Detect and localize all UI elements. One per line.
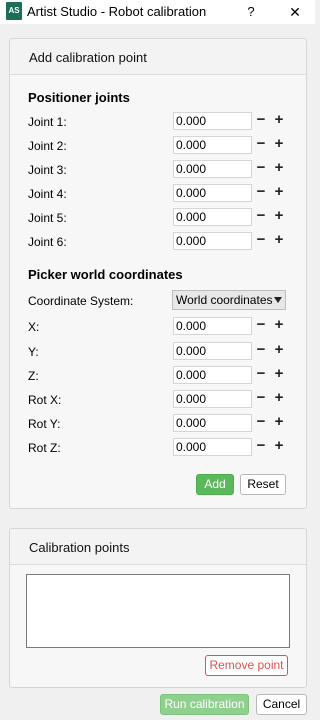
joint-5-label: Joint 5: (28, 211, 67, 225)
reset-button[interactable]: Reset (240, 474, 286, 495)
x-label: X: (28, 320, 40, 334)
coordinate-system-value: World coordinates (176, 293, 273, 307)
coordinate-system-label: Coordinate System: (28, 294, 134, 308)
help-button[interactable]: ? (242, 3, 260, 21)
app-icon: AS (6, 2, 22, 20)
coordinate-system-select[interactable]: World coordinates (172, 290, 286, 310)
joint-4-minus-button[interactable]: − (253, 184, 269, 201)
x-plus-button[interactable]: + (271, 317, 287, 334)
joint-2-minus-button[interactable]: − (253, 136, 269, 153)
window-title: Artist Studio - Robot calibration (27, 4, 207, 19)
joint-2-input[interactable] (173, 136, 252, 154)
joint-1-label: Joint 1: (28, 115, 67, 129)
joint-6-input[interactable] (173, 232, 252, 250)
joint-5-plus-button[interactable]: + (271, 208, 287, 225)
joint-1-plus-button[interactable]: + (271, 112, 287, 129)
remove-point-button[interactable]: Remove point (205, 655, 288, 676)
picker-world-coordinates-heading: Picker world coordinates (28, 267, 183, 282)
y-minus-button[interactable]: − (253, 342, 269, 359)
joint-6-minus-button[interactable]: − (253, 232, 269, 249)
joint-3-minus-button[interactable]: − (253, 160, 269, 177)
joint-4-plus-button[interactable]: + (271, 184, 287, 201)
rot-z-input[interactable] (173, 438, 252, 456)
y-input[interactable] (173, 342, 252, 360)
rot-x-input[interactable] (173, 390, 252, 408)
joint-3-label: Joint 3: (28, 163, 67, 177)
joint-5-input[interactable] (173, 208, 252, 226)
y-plus-button[interactable]: + (271, 342, 287, 359)
joint-5-minus-button[interactable]: − (253, 208, 269, 225)
rot-y-minus-button[interactable]: − (253, 414, 269, 431)
rot-y-input[interactable] (173, 414, 252, 432)
rot-y-plus-button[interactable]: + (271, 414, 287, 431)
joint-2-plus-button[interactable]: + (271, 136, 287, 153)
joint-6-label: Joint 6: (28, 235, 67, 249)
joint-3-plus-button[interactable]: + (271, 160, 287, 177)
z-label: Z: (28, 369, 39, 383)
joint-4-input[interactable] (173, 184, 252, 202)
joint-1-input[interactable] (173, 112, 252, 130)
title-bar: AS Artist Studio - Robot calibration ? ✕ (0, 0, 315, 24)
calibration-points-header: Calibration points (10, 529, 306, 565)
rot-z-label: Rot Z: (28, 441, 61, 455)
calibration-points-list[interactable] (26, 574, 290, 648)
add-calibration-header: Add calibration point (10, 39, 306, 75)
rot-x-minus-button[interactable]: − (253, 390, 269, 407)
joint-1-minus-button[interactable]: − (253, 112, 269, 129)
rot-z-plus-button[interactable]: + (271, 438, 287, 455)
z-input[interactable] (173, 366, 252, 384)
joint-4-label: Joint 4: (28, 187, 67, 201)
joint-6-plus-button[interactable]: + (271, 232, 287, 249)
rot-z-minus-button[interactable]: − (253, 438, 269, 455)
x-input[interactable] (173, 317, 252, 335)
run-calibration-button[interactable]: Run calibration (160, 694, 249, 715)
joint-3-input[interactable] (173, 160, 252, 178)
positioner-joints-heading: Positioner joints (28, 90, 130, 105)
chevron-down-icon (274, 297, 282, 303)
rot-x-plus-button[interactable]: + (271, 390, 287, 407)
z-plus-button[interactable]: + (271, 366, 287, 383)
z-minus-button[interactable]: − (253, 366, 269, 383)
y-label: Y: (28, 345, 39, 359)
close-button[interactable]: ✕ (285, 3, 305, 21)
rot-x-label: Rot X: (28, 393, 62, 407)
add-calibration-title: Add calibration point (29, 50, 147, 65)
joint-2-label: Joint 2: (28, 139, 67, 153)
x-minus-button[interactable]: − (253, 317, 269, 334)
cancel-button[interactable]: Cancel (256, 694, 307, 715)
add-button[interactable]: Add (196, 474, 234, 495)
rot-y-label: Rot Y: (28, 417, 61, 431)
calibration-points-title: Calibration points (29, 540, 130, 555)
